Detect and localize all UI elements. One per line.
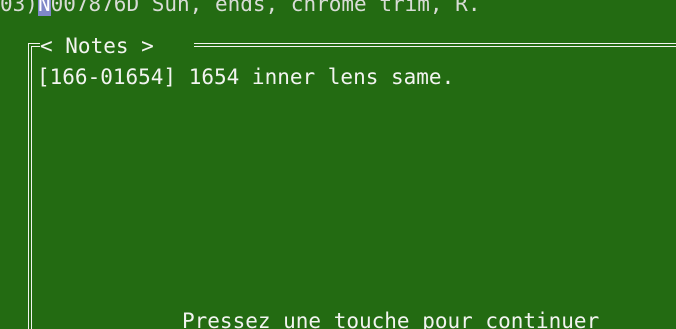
continue-prompt[interactable]: Pressez une touche pour continuer — [182, 308, 599, 329]
notes-title: < Notes > — [40, 34, 154, 58]
header-prefix: 03) — [0, 0, 38, 16]
header-description: 007876D Sun, ends, chrome trim, R. — [50, 0, 481, 16]
terminal-screen[interactable]: 03)N007876D Sun, ends, chrome trim, R. <… — [0, 0, 676, 329]
note-line: [166-01654] 1654 inner lens same. — [37, 65, 455, 89]
header-line: 03)N007876D Sun, ends, chrome trim, R. — [0, 0, 480, 17]
text-cursor[interactable]: N — [37, 0, 51, 16]
notes-box-top-border — [194, 43, 676, 47]
